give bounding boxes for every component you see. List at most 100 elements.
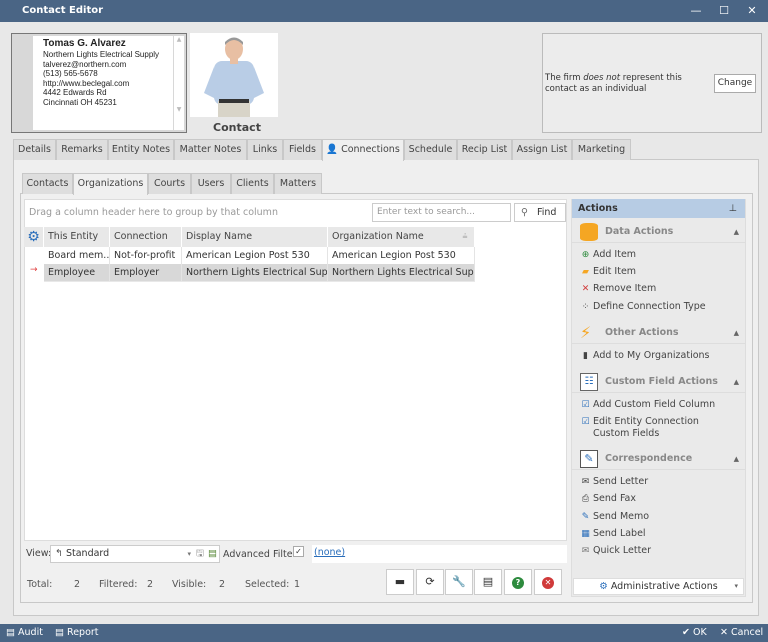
filtered-value: 2 bbox=[147, 579, 154, 590]
group-by-hint[interactable]: Drag a column header here to group by th… bbox=[29, 207, 278, 218]
tab-connections[interactable]: 👤 Connections bbox=[322, 139, 404, 161]
memo-icon: ✎ bbox=[581, 512, 590, 522]
action-remove-item[interactable]: ✕ Remove Item bbox=[578, 283, 743, 295]
folder-icon: ▰ bbox=[582, 267, 589, 277]
column-header-organization-name[interactable]: Organization Name ≟ bbox=[328, 227, 475, 247]
sort-icon: ≟ bbox=[462, 233, 468, 241]
clear-button[interactable]: ✕ bbox=[534, 569, 562, 595]
action-add-custom-field-column[interactable]: ☑ Add Custom Field Column bbox=[578, 399, 743, 411]
action-quick-letter[interactable]: ✉ Quick Letter bbox=[578, 545, 743, 557]
filter-link[interactable]: (none) bbox=[312, 545, 567, 563]
edit-field-icon: ☑ bbox=[581, 400, 590, 410]
cell: Northern Lights Electrical Supply bbox=[182, 264, 328, 281]
section-data-actions[interactable]: Data Actions ▲ bbox=[572, 221, 745, 243]
action-send-label[interactable]: ▦ Send Label bbox=[578, 528, 743, 540]
pin-icon[interactable]: ⊥ bbox=[729, 199, 737, 218]
report-icon: ▤ bbox=[55, 627, 64, 638]
refresh-button[interactable]: ⟳ bbox=[416, 569, 444, 595]
bookmark-icon: ▮ bbox=[583, 351, 588, 361]
section-custom-field-actions[interactable]: ☷ Custom Field Actions ▲ bbox=[572, 371, 745, 393]
firm-representation-box: The firm does not represent this contact… bbox=[542, 33, 762, 133]
tab-schedule[interactable]: Schedule bbox=[404, 139, 457, 160]
action-add-item[interactable]: ⊕ Add Item bbox=[578, 249, 743, 261]
tab-links[interactable]: Links bbox=[247, 139, 283, 160]
subtab-clients[interactable]: Clients bbox=[231, 173, 274, 194]
action-add-to-my-organizations[interactable]: ▮ Add to My Organizations bbox=[578, 350, 743, 362]
column-header-connection[interactable]: Connection bbox=[110, 227, 182, 247]
cell: Employee bbox=[44, 264, 110, 281]
subtab-courts[interactable]: Courts bbox=[148, 173, 191, 194]
section-correspondence[interactable]: ✎ Correspondence ▲ bbox=[572, 448, 745, 470]
gear-icon[interactable]: ⚙ bbox=[24, 227, 44, 247]
action-edit-entity-connection-custom-fields[interactable]: ☑ Edit Entity Connection Custom Fields bbox=[578, 416, 743, 440]
edit-field-icon: ☑ bbox=[581, 417, 590, 427]
current-row-arrow-icon: → bbox=[30, 265, 38, 275]
filtered-label: Filtered: bbox=[99, 579, 138, 590]
maximize-button[interactable]: ☐ bbox=[710, 0, 738, 22]
administrative-actions-dropdown[interactable]: ⚙ Administrative Actions ▾ bbox=[573, 578, 744, 595]
audit-icon: ▤ bbox=[6, 627, 15, 638]
cancel-icon: ✕ bbox=[542, 577, 554, 589]
card-scrollbar[interactable]: ▲ ▼ bbox=[174, 36, 184, 130]
tab-details[interactable]: Details bbox=[13, 139, 56, 160]
tab-assign-list[interactable]: Assign List bbox=[512, 139, 572, 160]
person-icon: 👤 bbox=[326, 144, 339, 155]
layout-button[interactable]: ▬ bbox=[386, 569, 414, 595]
table-row-selected[interactable]: Employee Employer Northern Lights Electr… bbox=[44, 264, 475, 282]
minimize-button[interactable]: — bbox=[682, 0, 710, 22]
advanced-filter-checkbox[interactable]: ✓ bbox=[293, 546, 304, 557]
tab-entity-notes[interactable]: Entity Notes bbox=[108, 139, 174, 160]
view-select[interactable]: ↰ Standard ▾ 🖫 ▤ bbox=[50, 545, 220, 563]
document-icon: ▤ bbox=[482, 575, 494, 588]
tab-remarks[interactable]: Remarks bbox=[56, 139, 108, 160]
card-line: Northern Lights Electrical Supply bbox=[43, 50, 160, 59]
find-button[interactable]: ⚲ Find bbox=[514, 203, 566, 222]
report-button[interactable]: ▤ Report bbox=[55, 624, 99, 642]
envelope-icon: ✉ bbox=[581, 477, 590, 487]
tab-recip-list[interactable]: Recip List bbox=[457, 139, 512, 160]
report-button[interactable]: ▤ bbox=[474, 569, 502, 595]
subtab-contacts[interactable]: Contacts bbox=[22, 173, 73, 194]
ok-button[interactable]: ✔ OK bbox=[682, 624, 707, 642]
table-row[interactable]: Board mem... Not-for-profit American Leg… bbox=[44, 247, 475, 265]
tab-fields[interactable]: Fields bbox=[283, 139, 322, 160]
contact-card[interactable]: Tomas G. Alvarez Northern Lights Electri… bbox=[11, 33, 187, 133]
settings-button[interactable]: 🔧 bbox=[445, 569, 473, 595]
actions-header: Actions ⊥ bbox=[572, 199, 745, 218]
label-icon: ▦ bbox=[581, 529, 590, 539]
column-header-this-entity[interactable]: This Entity bbox=[44, 227, 110, 247]
tab-matter-notes[interactable]: Matter Notes bbox=[174, 139, 247, 160]
search-input[interactable]: Enter text to search... bbox=[372, 203, 511, 222]
card-line: 4442 Edwards Rd bbox=[43, 88, 107, 98]
chevron-down-icon: ▾ bbox=[734, 582, 738, 590]
action-define-connection-type[interactable]: ⁘ Define Connection Type bbox=[578, 301, 743, 313]
subtab-users[interactable]: Users bbox=[191, 173, 231, 194]
layout-icon: ▬ bbox=[394, 575, 406, 588]
visible-value: 2 bbox=[219, 579, 226, 590]
close-button[interactable]: ✕ bbox=[738, 0, 766, 22]
audit-button[interactable]: ▤ Audit bbox=[6, 624, 43, 642]
action-send-letter[interactable]: ✉ Send Letter bbox=[578, 476, 743, 488]
action-send-memo[interactable]: ✎ Send Memo bbox=[578, 511, 743, 523]
column-header-display-name[interactable]: Display Name bbox=[182, 227, 328, 247]
refresh-icon: ⟳ bbox=[425, 575, 435, 588]
lightning-icon: ⚡ bbox=[580, 323, 592, 342]
wrench-icon: 🔧 bbox=[452, 575, 466, 588]
footer-bar: ▤ Audit ▤ Report ✔ OK ✕ Cancel bbox=[0, 624, 768, 642]
subtab-matters[interactable]: Matters bbox=[274, 173, 322, 194]
subtab-organizations[interactable]: Organizations bbox=[73, 173, 148, 195]
card-line: Cincinnati OH 45231 bbox=[43, 97, 117, 107]
help-button[interactable]: ? bbox=[504, 569, 532, 595]
action-send-fax[interactable]: ⎙ Send Fax bbox=[578, 493, 743, 505]
section-other-actions[interactable]: ⚡ Other Actions ▲ bbox=[572, 322, 745, 344]
total-label: Total: bbox=[27, 579, 53, 590]
chevron-down-icon: ▾ bbox=[187, 550, 191, 558]
cancel-button[interactable]: ✕ Cancel bbox=[720, 624, 763, 642]
new-view-icon[interactable]: ▤ bbox=[208, 546, 217, 562]
tab-marketing[interactable]: Marketing bbox=[572, 139, 631, 160]
change-button[interactable]: Change bbox=[714, 74, 756, 93]
database-icon bbox=[580, 223, 598, 241]
contact-photo bbox=[190, 33, 278, 117]
save-view-icon[interactable]: 🖫 bbox=[196, 546, 204, 562]
action-edit-item[interactable]: ▰ Edit Item bbox=[578, 266, 743, 278]
